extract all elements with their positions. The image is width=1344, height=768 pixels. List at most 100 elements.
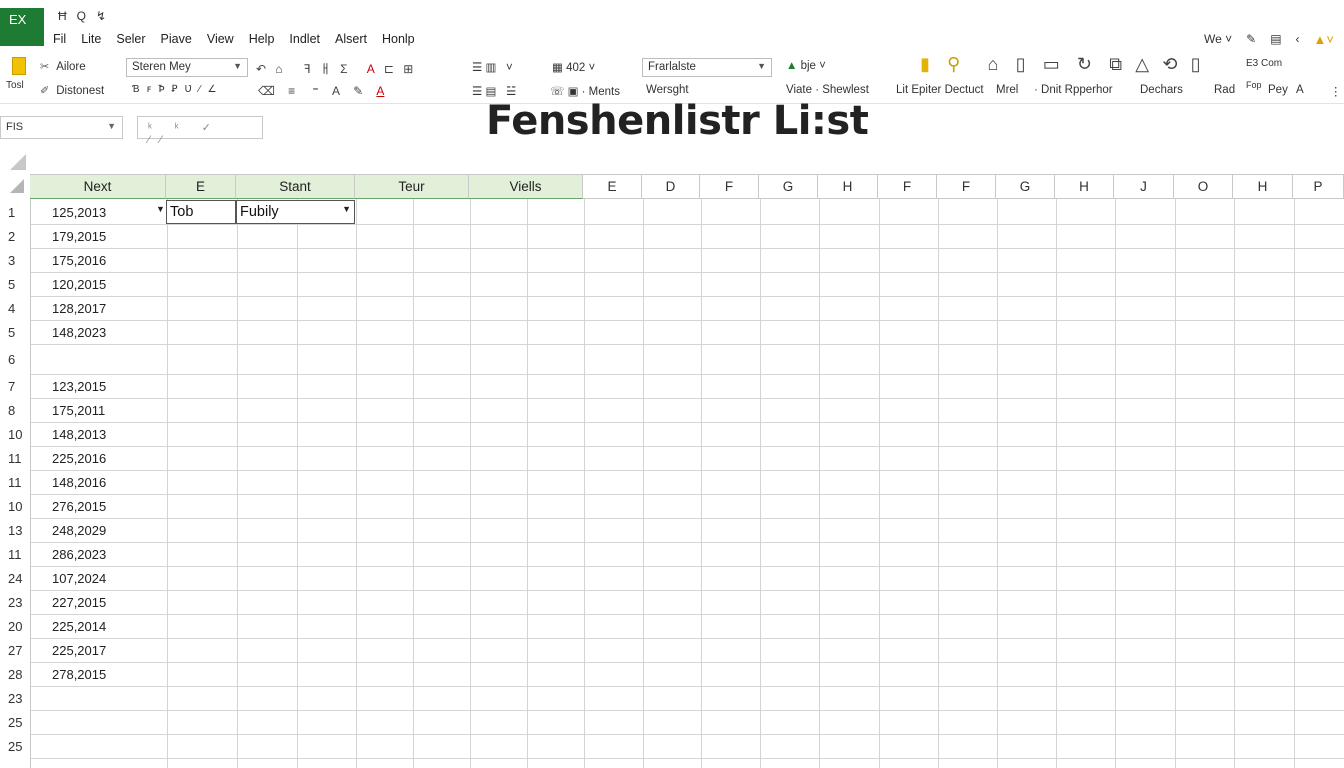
- select-all-button[interactable]: [0, 174, 30, 198]
- cell-value[interactable]: 227,2015: [52, 595, 106, 610]
- ribbon-format-painter[interactable]: ✐ Distonest: [40, 84, 104, 97]
- dropdown-arrow-icon[interactable]: ▼: [156, 204, 1341, 214]
- ribbon-cut[interactable]: ✂ Ailore: [40, 60, 86, 73]
- row-header[interactable]: 3: [0, 253, 30, 268]
- cell-value[interactable]: 225,2014: [52, 619, 106, 634]
- home-icon[interactable]: ⌂: [275, 62, 282, 76]
- merge-icon[interactable]: ⊞: [403, 62, 413, 76]
- lit-label[interactable]: Lit Epiter Dectuct: [896, 84, 984, 96]
- chevron-left-icon[interactable]: ‹: [1296, 32, 1300, 47]
- paste-icon[interactable]: [12, 57, 26, 75]
- pen-icon[interactable]: ✎: [353, 84, 363, 98]
- cell-value[interactable]: 225,2017: [52, 643, 106, 658]
- cell-value[interactable]: 125,2013: [52, 205, 106, 220]
- sync-icon[interactable]: ⟲: [1162, 54, 1177, 75]
- row-header[interactable]: 25: [0, 739, 30, 754]
- pey-label[interactable]: Pey: [1268, 84, 1288, 96]
- touch-icon[interactable]: ↯: [96, 9, 106, 23]
- warning-icon[interactable]: ▲˅: [1314, 32, 1334, 47]
- ribbon-align-group-2[interactable]: ☰ ▤ ☱: [472, 84, 516, 98]
- column-header[interactable]: P: [1293, 174, 1344, 199]
- name-box[interactable]: FIS ▼: [0, 116, 123, 139]
- undo-icon[interactable]: ↶: [256, 62, 266, 76]
- font-a-label[interactable]: A: [1296, 84, 1304, 96]
- column-header[interactable]: J: [1114, 174, 1174, 199]
- row-header[interactable]: 25: [0, 715, 30, 730]
- font-format-buttons[interactable]: ƁꜰꝤꝐƲ∕∠: [132, 84, 223, 95]
- column-header[interactable]: H: [1055, 174, 1114, 199]
- menu-honlp[interactable]: Honlp: [382, 32, 415, 46]
- ribbon-comments[interactable]: ☏ ▣ · Ments: [550, 84, 620, 98]
- row-header[interactable]: 6: [0, 352, 30, 367]
- cell-value[interactable]: 148,2023: [52, 325, 106, 340]
- cell-value[interactable]: 148,2016: [52, 475, 106, 490]
- column-header[interactable]: Viells: [469, 174, 583, 199]
- row-header[interactable]: 10: [0, 499, 30, 514]
- refresh-icon[interactable]: ↻: [1077, 54, 1092, 75]
- align-icon[interactable]: ⁼: [312, 84, 318, 98]
- menu-indlet[interactable]: Indlet: [289, 32, 320, 46]
- row-header[interactable]: 5: [0, 325, 30, 340]
- cell-value[interactable]: 248,2029: [52, 523, 106, 538]
- dechars-label[interactable]: Dechars: [1140, 84, 1183, 96]
- column-header[interactable]: G: [759, 174, 818, 199]
- cell-value[interactable]: 107,2024: [52, 571, 106, 586]
- weight-label[interactable]: Wersght: [646, 84, 689, 96]
- column-header[interactable]: D: [642, 174, 700, 199]
- row-header[interactable]: 1: [0, 205, 30, 220]
- row-header[interactable]: 13: [0, 523, 30, 538]
- ribbon-bje[interactable]: ▲ bje ˅: [786, 60, 826, 72]
- row-header[interactable]: 27: [0, 643, 30, 658]
- menu-seler[interactable]: Seler: [116, 32, 145, 46]
- menu-lite[interactable]: Lite: [81, 32, 101, 46]
- save-icon[interactable]: Ħ: [58, 9, 67, 23]
- list-icon[interactable]: ≡: [288, 84, 295, 98]
- menu-view[interactable]: View: [207, 32, 234, 46]
- account-menu[interactable]: We ˅: [1204, 32, 1232, 47]
- copy-icon[interactable]: ⧉: [1109, 54, 1122, 75]
- cell-value[interactable]: 276,2015: [52, 499, 106, 514]
- row-header[interactable]: 4: [0, 301, 30, 316]
- style-select[interactable]: Frarlalste ▼: [642, 58, 772, 77]
- row-header[interactable]: 11: [0, 475, 30, 490]
- row-header[interactable]: 11: [0, 451, 30, 466]
- font-name-select[interactable]: Steren Mey ▼: [126, 58, 248, 77]
- row-header[interactable]: 20: [0, 619, 30, 634]
- font-size-icon[interactable]: ꟻ: [304, 62, 311, 76]
- row-header[interactable]: 23: [0, 595, 30, 610]
- cell-value[interactable]: 179,2015: [52, 229, 106, 244]
- menu-file[interactable]: Fil: [53, 32, 66, 46]
- cell-value[interactable]: 175,2016: [52, 253, 106, 268]
- page-icon[interactable]: ▯: [1191, 54, 1201, 75]
- formula-bar-buttons[interactable]: ᵏ ᵏ ✓ ⁄⁄: [137, 116, 263, 146]
- cell-value[interactable]: 286,2023: [52, 547, 106, 562]
- column-header[interactable]: E: [166, 174, 236, 199]
- more-icon[interactable]: ⋮: [1330, 84, 1342, 98]
- column-header[interactable]: Teur: [355, 174, 469, 199]
- row-header[interactable]: 8: [0, 403, 30, 418]
- text-icon[interactable]: A: [332, 84, 340, 98]
- number-format-select[interactable]: ▦ 402 ˅: [552, 60, 595, 74]
- row-header[interactable]: 5: [0, 277, 30, 292]
- row-header[interactable]: 11: [0, 547, 30, 562]
- indent-icon[interactable]: ㅐ: [320, 60, 331, 77]
- row-header[interactable]: 28: [0, 667, 30, 682]
- spreadsheet-grid[interactable]: [30, 199, 1344, 768]
- rad-label[interactable]: Rad: [1214, 84, 1235, 96]
- search-people-icon[interactable]: ⚲: [947, 54, 960, 75]
- row-header[interactable]: 7: [0, 379, 30, 394]
- row-header[interactable]: 23: [0, 691, 30, 706]
- home-icon[interactable]: ⌂: [988, 54, 999, 75]
- pen-icon[interactable]: ✎: [1246, 32, 1256, 47]
- column-header[interactable]: Next: [30, 174, 166, 199]
- cell-value[interactable]: 148,2013: [52, 427, 106, 442]
- cell-value[interactable]: 120,2015: [52, 277, 106, 292]
- column-header[interactable]: F: [937, 174, 996, 199]
- dnit-label[interactable]: · Dnit Rpperhor: [1034, 84, 1113, 96]
- search-icon[interactable]: Q: [77, 9, 86, 23]
- row-header[interactable]: 2: [0, 229, 30, 244]
- document-icon[interactable]: ▯: [1016, 54, 1026, 75]
- document-icon[interactable]: ▤: [1270, 32, 1281, 47]
- cell-value[interactable]: 278,2015: [52, 667, 106, 682]
- form-icon[interactable]: ▭: [1043, 54, 1060, 75]
